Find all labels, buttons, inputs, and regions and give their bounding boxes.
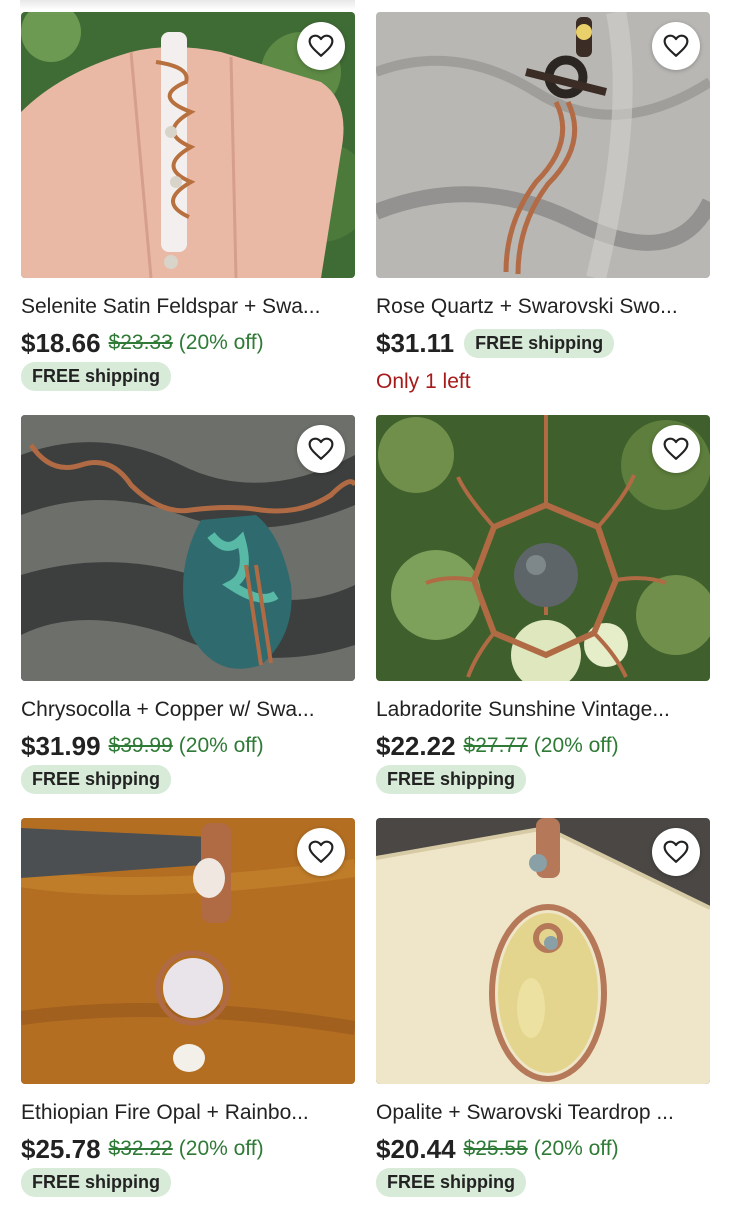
free-shipping-badge: FREE shipping (376, 765, 526, 794)
listing-image[interactable] (21, 415, 355, 681)
original-price: $23.33 (108, 331, 173, 354)
listing-image[interactable] (376, 415, 710, 681)
listing-image[interactable] (21, 12, 355, 278)
listing-grid: Selenite Satin Feldspar + Swa... $18.66 … (21, 12, 710, 1221)
listing-title[interactable]: Opalite + Swarovski Teardrop ... (376, 1100, 710, 1126)
listing-card[interactable]: Rose Quartz + Swarovski Swo... $31.11 FR… (376, 12, 710, 415)
listing-title[interactable]: Chrysocolla + Copper w/ Swa... (21, 697, 355, 723)
sale-price: $22.22 (376, 730, 456, 761)
favorite-button[interactable] (297, 22, 345, 70)
heart-icon (308, 34, 334, 57)
heart-icon (308, 437, 334, 460)
price-row: $31.99 $39.99 (20% off) (21, 729, 355, 763)
discount-label: (20% off) (533, 734, 619, 757)
heart-icon (663, 840, 689, 863)
previous-row-edge (20, 0, 355, 10)
price-row: $31.11 FREE shipping (376, 326, 710, 360)
free-shipping-badge: FREE shipping (21, 765, 171, 794)
price-row: $25.78 $32.22 (20% off) (21, 1132, 355, 1166)
sale-price: $31.11 (376, 327, 455, 358)
favorite-button[interactable] (297, 425, 345, 473)
sale-price: $25.78 (21, 1133, 101, 1164)
sale-price: $20.44 (376, 1133, 456, 1164)
original-price: $27.77 (463, 734, 528, 757)
listing-title[interactable]: Selenite Satin Feldspar + Swa... (21, 294, 355, 320)
stock-warning: Only 1 left (376, 370, 471, 393)
listing-title[interactable]: Rose Quartz + Swarovski Swo... (376, 294, 710, 320)
heart-icon (308, 840, 334, 863)
favorite-button[interactable] (652, 425, 700, 473)
listing-card[interactable]: Chrysocolla + Copper w/ Swa... $31.99 $3… (21, 415, 355, 818)
heart-icon (663, 437, 689, 460)
original-price: $39.99 (108, 734, 173, 757)
listing-title[interactable]: Ethiopian Fire Opal + Rainbo... (21, 1100, 355, 1126)
listing-card[interactable]: Ethiopian Fire Opal + Rainbo... $25.78 $… (21, 818, 355, 1221)
free-shipping-badge: FREE shipping (464, 328, 615, 358)
sale-price: $31.99 (21, 730, 101, 761)
favorite-button[interactable] (297, 828, 345, 876)
listing-card[interactable]: Opalite + Swarovski Teardrop ... $20.44 … (376, 818, 710, 1221)
favorite-button[interactable] (652, 828, 700, 876)
listing-image[interactable] (376, 818, 710, 1084)
original-price: $32.22 (108, 1137, 173, 1160)
discount-label: (20% off) (533, 1137, 619, 1160)
free-shipping-badge: FREE shipping (21, 362, 171, 391)
sale-price: $18.66 (21, 327, 101, 358)
listing-card[interactable]: Labradorite Sunshine Vintage... $22.22 $… (376, 415, 710, 818)
listing-title[interactable]: Labradorite Sunshine Vintage... (376, 697, 710, 723)
discount-label: (20% off) (178, 1137, 264, 1160)
discount-label: (20% off) (178, 331, 264, 354)
price-row: $20.44 $25.55 (20% off) (376, 1132, 710, 1166)
price-row: $18.66 $23.33 (20% off) (21, 326, 355, 360)
original-price: $25.55 (463, 1137, 528, 1160)
price-row: $22.22 $27.77 (20% off) (376, 729, 710, 763)
heart-icon (663, 34, 689, 57)
favorite-button[interactable] (652, 22, 700, 70)
discount-label: (20% off) (178, 734, 264, 757)
free-shipping-badge: FREE shipping (376, 1168, 526, 1197)
listing-image[interactable] (376, 12, 710, 278)
listing-image[interactable] (21, 818, 355, 1084)
listing-card[interactable]: Selenite Satin Feldspar + Swa... $18.66 … (21, 12, 355, 415)
free-shipping-badge: FREE shipping (21, 1168, 171, 1197)
